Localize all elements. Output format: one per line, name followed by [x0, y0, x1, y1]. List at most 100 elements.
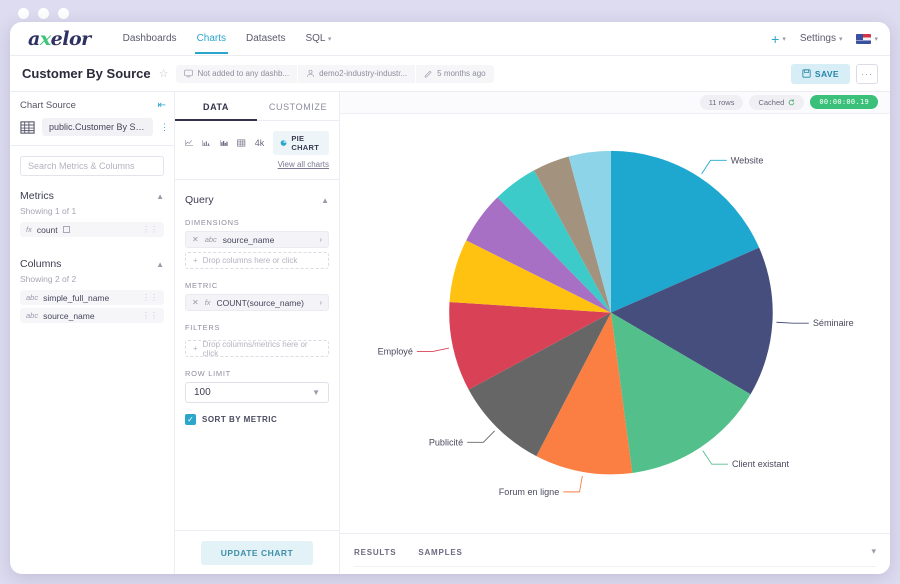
- selected-chart-type-pie[interactable]: PIE CHART: [273, 131, 329, 155]
- metric-item-count[interactable]: fx count ⋮⋮: [20, 222, 164, 237]
- dataset-name[interactable]: public.Customer By Source: [42, 118, 153, 136]
- refresh-icon: [788, 99, 795, 106]
- bar-chart-icon[interactable]: [202, 137, 210, 149]
- settings-menu[interactable]: Settings▾: [800, 33, 843, 44]
- plus-icon: +: [771, 32, 779, 46]
- dimensions-label: DIMENSIONS: [175, 206, 339, 231]
- chip-modified[interactable]: 5 months ago: [416, 65, 493, 83]
- pie-leader-line: [702, 160, 727, 174]
- favorite-star-icon[interactable]: ☆: [159, 67, 169, 80]
- dimensions-dropzone[interactable]: + Drop columns here or click: [185, 252, 329, 269]
- chevron-up-icon: ▲: [321, 196, 329, 205]
- search-metrics-columns-input[interactable]: Search Metrics & Columns: [20, 156, 164, 176]
- column-name: simple_full_name: [43, 293, 109, 303]
- user-icon: [306, 69, 315, 78]
- pie-chart-svg: WebsiteSéminaireClient existantForum en …: [340, 114, 890, 534]
- line-chart-icon[interactable]: [185, 137, 193, 149]
- top-nav-right: +▾ Settings▾ ▾: [771, 32, 878, 46]
- cached-badge[interactable]: Cached: [749, 95, 804, 110]
- control-tabs: DATA CUSTOMIZE: [175, 92, 339, 121]
- tab-customize[interactable]: CUSTOMIZE: [257, 92, 339, 120]
- language-selector[interactable]: ▾: [856, 34, 878, 44]
- save-button[interactable]: SAVE: [791, 64, 850, 84]
- pie-leader-line: [703, 450, 728, 464]
- pencil-icon: [424, 69, 433, 78]
- row-limit-label: ROW LIMIT: [175, 357, 339, 382]
- drag-handle-icon[interactable]: ⋮⋮: [142, 295, 158, 301]
- chevron-down-icon: ▾: [839, 35, 843, 43]
- metric-name: count: [37, 225, 58, 235]
- dashboard-icon: [184, 69, 193, 78]
- drag-handle-icon[interactable]: ⋮⋮: [142, 227, 158, 233]
- title-bar-actions: SAVE ···: [791, 64, 878, 84]
- table-icon[interactable]: [237, 137, 245, 149]
- update-chart-button[interactable]: UPDATE CHART: [201, 541, 313, 565]
- new-button[interactable]: +▾: [771, 32, 786, 46]
- column-item-source-name[interactable]: abc source_name ⋮⋮: [20, 308, 164, 323]
- columns-section-header[interactable]: Columns ▲: [20, 258, 164, 270]
- dimension-name: source_name: [223, 235, 275, 245]
- nav-item-charts[interactable]: Charts: [187, 24, 236, 53]
- chevron-up-icon: ▲: [156, 260, 164, 269]
- chevron-down-icon: ▾: [874, 35, 878, 43]
- app-window: axelor Dashboards Charts Datasets SQL ▾ …: [10, 22, 890, 574]
- columns-showing-count: Showing 2 of 2: [20, 274, 164, 284]
- page-title: Customer By Source: [22, 66, 151, 81]
- pie-slice-label: Website: [731, 155, 764, 165]
- dataset-menu-icon[interactable]: ⋮: [160, 125, 164, 129]
- abc-type-icon: abc: [26, 311, 38, 320]
- pie-leader-line: [467, 431, 495, 443]
- window-dot-minimize[interactable]: [38, 8, 49, 19]
- view-all-charts-link[interactable]: View all charts: [175, 155, 339, 169]
- chart-source-panel: Chart Source ⇤ public.Customer By Source…: [10, 92, 175, 574]
- chevron-right-icon[interactable]: ›: [319, 235, 322, 244]
- chevron-right-icon[interactable]: ›: [319, 298, 322, 307]
- window-dot-maximize[interactable]: [58, 8, 69, 19]
- sort-by-metric-checkbox[interactable]: ✓: [185, 414, 196, 425]
- chart-status-bar: 11 rows Cached 00:00:00.19: [340, 92, 890, 114]
- column-name: source_name: [43, 311, 95, 321]
- chip-dashboard[interactable]: Not added to any dashb...: [176, 65, 297, 83]
- columns-section: Columns ▲ Showing 2 of 2 abc simple_full…: [10, 252, 174, 326]
- chevron-down-icon: ▾: [328, 36, 332, 43]
- big-number-chart-icon[interactable]: 4k: [255, 138, 265, 148]
- chevron-down-icon[interactable]: ▾: [871, 546, 876, 557]
- nav-item-datasets[interactable]: Datasets: [236, 24, 295, 53]
- nav-item-sql[interactable]: SQL ▾: [295, 24, 341, 53]
- chip-owner[interactable]: demo2-industry-industr...: [298, 65, 415, 83]
- dimension-chip-source-name[interactable]: ✕ abc source_name ›: [185, 231, 329, 248]
- tab-data[interactable]: DATA: [175, 92, 257, 120]
- more-options-button[interactable]: ···: [856, 64, 878, 84]
- filters-dropzone[interactable]: + Drop columns/metrics here or click: [185, 340, 329, 357]
- pie-leader-line: [776, 322, 808, 323]
- pie-leader-line: [417, 348, 449, 351]
- metric-chip-count[interactable]: ✕ fx COUNT(source_name) ›: [185, 294, 329, 311]
- column-item-simple-full-name[interactable]: abc simple_full_name ⋮⋮: [20, 290, 164, 305]
- main-body: Chart Source ⇤ public.Customer By Source…: [10, 92, 890, 574]
- collapse-panel-icon[interactable]: ⇤: [158, 100, 166, 111]
- histogram-icon[interactable]: [220, 137, 228, 149]
- remove-icon[interactable]: ✕: [192, 298, 199, 307]
- chart-title-bar: Customer By Source ☆ Not added to any da…: [10, 56, 890, 92]
- top-navigation: axelor Dashboards Charts Datasets SQL ▾ …: [10, 22, 890, 56]
- nav-item-dashboards[interactable]: Dashboards: [113, 24, 187, 53]
- axelor-logo[interactable]: axelor: [28, 28, 91, 50]
- dataset-selector-row: public.Customer By Source ⋮: [10, 118, 174, 146]
- meta-chips: Not added to any dashb... demo2-industry…: [176, 65, 493, 83]
- abc-type-icon: abc: [26, 293, 38, 302]
- window-dot-close[interactable]: [18, 8, 29, 19]
- pie-slice-label: Forum en ligne: [499, 487, 560, 497]
- metrics-section-header[interactable]: Metrics ▲: [20, 190, 164, 202]
- tab-results[interactable]: RESULTS: [354, 548, 396, 557]
- row-limit-select[interactable]: 100 ▼: [185, 382, 329, 403]
- pie-slice-label: Client existant: [732, 459, 789, 469]
- sort-by-metric-row[interactable]: ✓ SORT BY METRIC: [175, 403, 339, 425]
- remove-icon[interactable]: ✕: [192, 235, 199, 244]
- certified-icon: [63, 226, 70, 233]
- chart-preview-panel: 11 rows Cached 00:00:00.19 WebsiteSémina…: [340, 92, 890, 574]
- chart-type-selector: 4k PIE CHART: [175, 121, 339, 155]
- pie-chart-canvas[interactable]: WebsiteSéminaireClient existantForum en …: [340, 114, 890, 534]
- tab-samples[interactable]: SAMPLES: [418, 548, 462, 557]
- query-section-header[interactable]: Query ▲: [175, 179, 339, 206]
- drag-handle-icon[interactable]: ⋮⋮: [142, 313, 158, 319]
